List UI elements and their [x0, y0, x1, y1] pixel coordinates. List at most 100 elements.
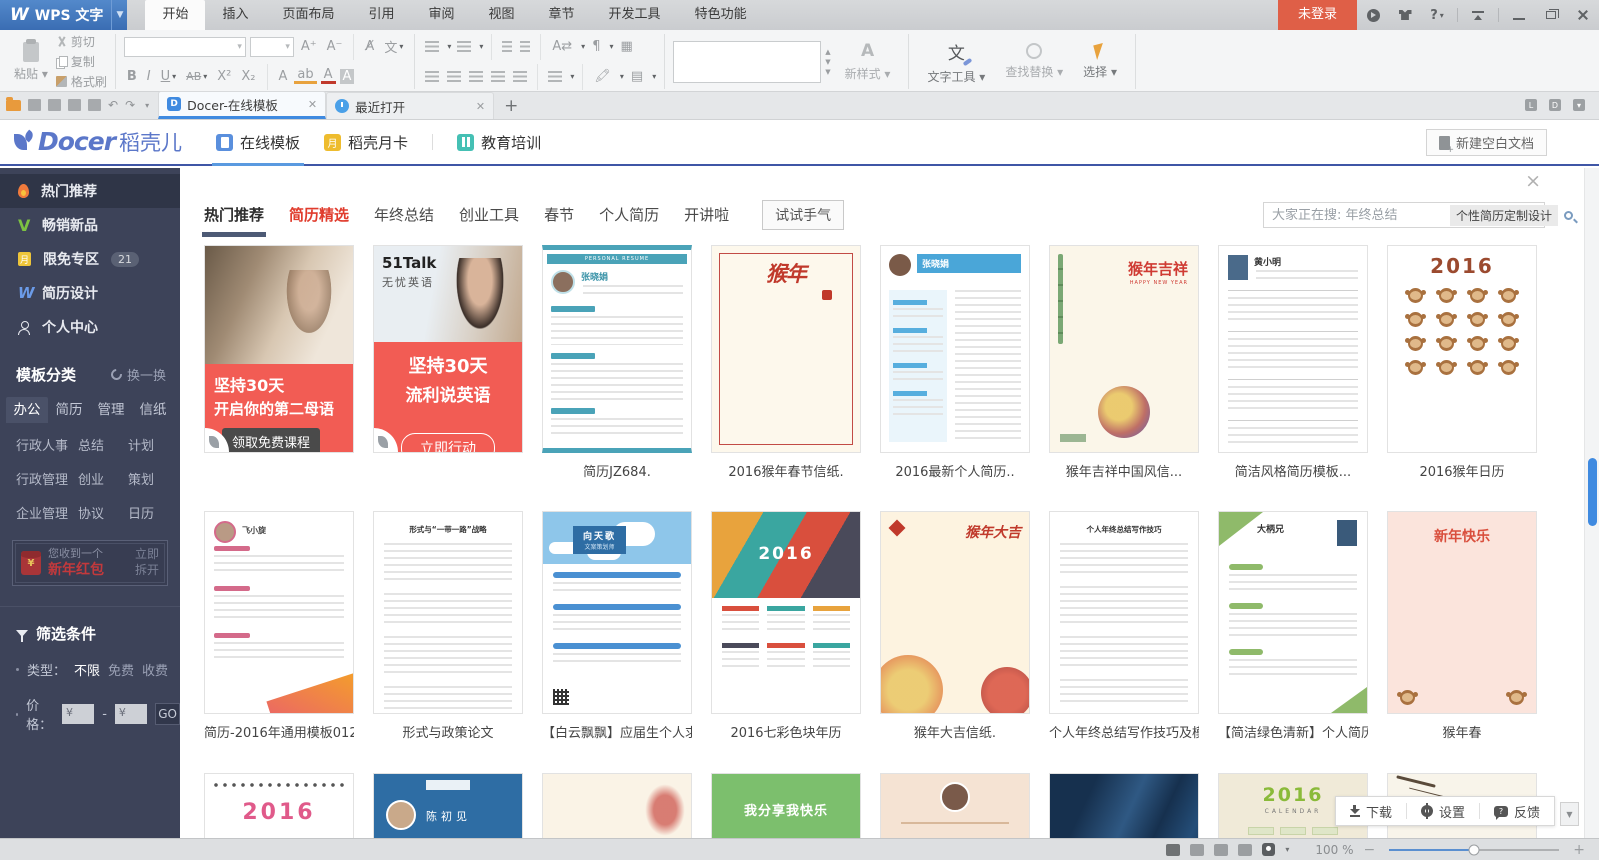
- content-tab-startup-tools[interactable]: 创业工具: [459, 204, 519, 235]
- menu-tab-insert[interactable]: 插入: [205, 0, 265, 30]
- distribute-button[interactable]: [513, 71, 527, 82]
- decrease-indent-button[interactable]: [502, 41, 512, 52]
- ad-thumbnail[interactable]: 51Talk 无忧英语 坚持30天 流利说英语 立即行动: [373, 245, 523, 453]
- template-thumbnail[interactable]: 猴年大吉: [880, 511, 1030, 714]
- template-card[interactable]: 猴年吉祥 HAPPY NEW YEAR 猴年吉祥中国风信...: [1049, 245, 1199, 480]
- new-tab-button[interactable]: +: [494, 93, 528, 119]
- template-thumbnail[interactable]: 陈初见: [373, 773, 523, 838]
- category-tab-letterpaper[interactable]: 信纸: [132, 397, 174, 423]
- zoom-slider-knob[interactable]: [1469, 844, 1480, 855]
- template-thumbnail[interactable]: 个人年终总结写作技巧: [1049, 511, 1199, 714]
- font-size-select[interactable]: ▾: [250, 37, 294, 57]
- sidebar-item-hot[interactable]: 热门推荐: [0, 174, 180, 208]
- paste-button[interactable]: 粘贴 ▾: [14, 42, 48, 82]
- show-marks-button[interactable]: ¶: [589, 39, 603, 54]
- price-go-button[interactable]: GO: [155, 703, 180, 725]
- template-thumbnail[interactable]: 2016: [711, 511, 861, 714]
- scrollbar-thumb[interactable]: [1588, 458, 1597, 526]
- justify-button[interactable]: [491, 71, 505, 82]
- template-thumbnail[interactable]: 向天歌 文案策划师: [542, 511, 692, 714]
- search-hot-tag[interactable]: 个性简历定制设计: [1450, 205, 1558, 226]
- open-icon[interactable]: [6, 100, 21, 111]
- restore-button[interactable]: [1538, 6, 1564, 24]
- skin-icon[interactable]: [1392, 6, 1418, 24]
- app-menu-dropdown[interactable]: ▼: [111, 0, 127, 30]
- font-color-button[interactable]: A: [321, 69, 336, 84]
- numbered-list-button[interactable]: [457, 41, 471, 52]
- print-preview-icon[interactable]: [88, 99, 101, 111]
- sidebar-item-personal-center[interactable]: 个人中心: [0, 310, 180, 344]
- align-left-button[interactable]: [425, 71, 439, 82]
- styles-gallery[interactable]: [673, 41, 821, 83]
- template-card[interactable]: [880, 773, 1030, 838]
- download-button[interactable]: 下载: [1336, 797, 1406, 825]
- search-input[interactable]: [1264, 208, 1450, 223]
- feedback-button[interactable]: ? 反馈: [1480, 797, 1554, 825]
- ad-card-english-course[interactable]: 坚持30天 开启你的第二母语 领取免费课程: [204, 245, 354, 480]
- find-replace-button[interactable]: 查找替换 ▾: [995, 43, 1073, 80]
- category-tab-management[interactable]: 管理: [90, 397, 132, 423]
- category-link[interactable]: 日历: [128, 503, 174, 522]
- type-option-all[interactable]: 不限: [74, 660, 100, 679]
- borders-button[interactable]: ▤: [628, 69, 646, 84]
- clear-format-button[interactable]: A̸: [362, 39, 377, 54]
- minimize-button[interactable]: [1506, 6, 1532, 24]
- nav-docer-monthly-card[interactable]: 月 稻壳月卡: [324, 120, 408, 164]
- feedback-circle-icon[interactable]: [1360, 6, 1386, 24]
- template-card[interactable]: 猴年 2016猴年春节信纸.: [711, 245, 861, 480]
- template-card[interactable]: 黄小明 简洁风格简历模板...: [1218, 245, 1368, 480]
- text-effects-button[interactable]: A: [276, 69, 291, 84]
- fullscreen-view-icon[interactable]: [1166, 844, 1180, 856]
- category-link[interactable]: 总结: [78, 435, 128, 454]
- font-name-select[interactable]: ▾: [124, 37, 246, 57]
- save-icon[interactable]: [28, 99, 41, 111]
- template-card[interactable]: 2016: [204, 773, 354, 838]
- category-link[interactable]: 计划: [128, 435, 174, 454]
- type-option-free[interactable]: 免费: [108, 660, 134, 679]
- template-thumbnail[interactable]: 2016: [204, 773, 354, 838]
- template-thumbnail[interactable]: [880, 773, 1030, 838]
- bold-button[interactable]: B: [124, 69, 140, 84]
- template-card[interactable]: [542, 773, 692, 838]
- category-link[interactable]: 创业: [78, 469, 128, 488]
- template-thumbnail[interactable]: PERSONAL RESUME 张晓娟: [542, 245, 692, 453]
- styles-scroll-arrows[interactable]: ▲▼▼: [825, 48, 830, 76]
- template-thumbnail[interactable]: 形式与“一带一路”战略: [373, 511, 523, 714]
- template-thumbnail[interactable]: 飞小旋: [204, 511, 354, 714]
- template-card[interactable]: 个人年终总结写作技巧 个人年终总结写作技巧及模...: [1049, 511, 1199, 741]
- refresh-categories-button[interactable]: 换一换: [111, 365, 166, 384]
- content-tab-year-summary[interactable]: 年终总结: [374, 204, 434, 235]
- content-tab-spring-festival[interactable]: 春节: [544, 204, 574, 235]
- template-thumbnail[interactable]: [1049, 773, 1199, 838]
- menu-tab-section[interactable]: 章节: [532, 0, 592, 30]
- price-min-input[interactable]: ¥: [62, 704, 94, 724]
- eye-protect-icon[interactable]: [1262, 843, 1275, 856]
- menu-tab-home[interactable]: 开始: [145, 0, 205, 30]
- close-panel-icon[interactable]: ×: [1525, 172, 1541, 191]
- bullet-list-button[interactable]: [425, 41, 439, 52]
- help-icon[interactable]: ?▾: [1424, 6, 1450, 24]
- nav-online-templates[interactable]: 在线模板: [216, 120, 300, 164]
- type-option-paid[interactable]: 收费: [142, 660, 168, 679]
- collapse-ribbon-icon[interactable]: [1465, 6, 1491, 24]
- template-card[interactable]: 形式与“一带一路”战略 形式与政策论文: [373, 511, 523, 741]
- menu-tab-page-layout[interactable]: 页面布局: [265, 0, 351, 30]
- text-direction-button[interactable]: A⇄: [549, 39, 575, 54]
- docer-mini-icon[interactable]: D: [1549, 99, 1561, 111]
- char-shading-button[interactable]: A: [340, 69, 355, 84]
- template-card[interactable]: PERSONAL RESUME 张晓娟 简历JZ684.: [542, 245, 692, 480]
- template-card[interactable]: 大柄兄 【简洁绿色清新】个人简历...: [1218, 511, 1368, 741]
- layout-switch-icon[interactable]: ▾: [1573, 99, 1585, 111]
- content-tab-lecture[interactable]: 开讲啦: [684, 204, 729, 235]
- open-red-packet-button[interactable]: 立即拆开: [135, 547, 159, 578]
- new-blank-doc-button[interactable]: 新建空白文档: [1426, 129, 1547, 156]
- try-luck-button[interactable]: 试试手气: [762, 200, 844, 230]
- grow-font-button[interactable]: A⁺: [298, 39, 320, 54]
- price-max-input[interactable]: ¥: [115, 704, 147, 724]
- category-tab-resume[interactable]: 简历: [48, 397, 90, 423]
- template-thumbnail[interactable]: 猴年: [711, 245, 861, 453]
- menu-tab-references[interactable]: 引用: [351, 0, 411, 30]
- template-thumbnail[interactable]: 我分享我快乐 SHARE AND HAPPY: [711, 773, 861, 838]
- template-thumbnail[interactable]: 张晓娟: [880, 245, 1030, 453]
- highlight-color-button[interactable]: ab: [294, 69, 316, 84]
